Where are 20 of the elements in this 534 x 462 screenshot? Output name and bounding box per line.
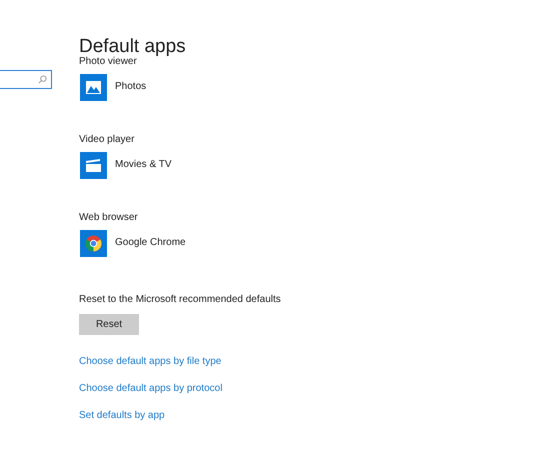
reset-label: Reset to the Microsoft recommended defaults (79, 293, 281, 307)
app-name: Movies & TV (115, 158, 172, 172)
search-field[interactable] (0, 70, 52, 89)
section-label: Photo viewer (79, 55, 138, 69)
app-name: Photos (115, 80, 146, 94)
browser-logo-icon (80, 230, 107, 257)
app-picker[interactable]: Photos (80, 74, 281, 101)
app-picker[interactable]: Google Chrome (80, 230, 281, 257)
search-icon (38, 75, 47, 84)
link[interactable]: Set defaults by app (79, 409, 165, 423)
section-label: Video player (79, 133, 136, 147)
landscape-icon (80, 74, 107, 101)
reset-button[interactable]: Reset (79, 314, 139, 335)
section-label: Web browser (79, 211, 139, 225)
link[interactable]: Choose default apps by file type (79, 355, 222, 369)
link[interactable]: Choose default apps by protocol (79, 382, 222, 396)
clapperboard-icon (80, 152, 107, 179)
app-name: Google Chrome (115, 236, 186, 250)
app-picker[interactable]: Movies & TV (80, 152, 281, 179)
page-title: Default apps (79, 35, 187, 57)
